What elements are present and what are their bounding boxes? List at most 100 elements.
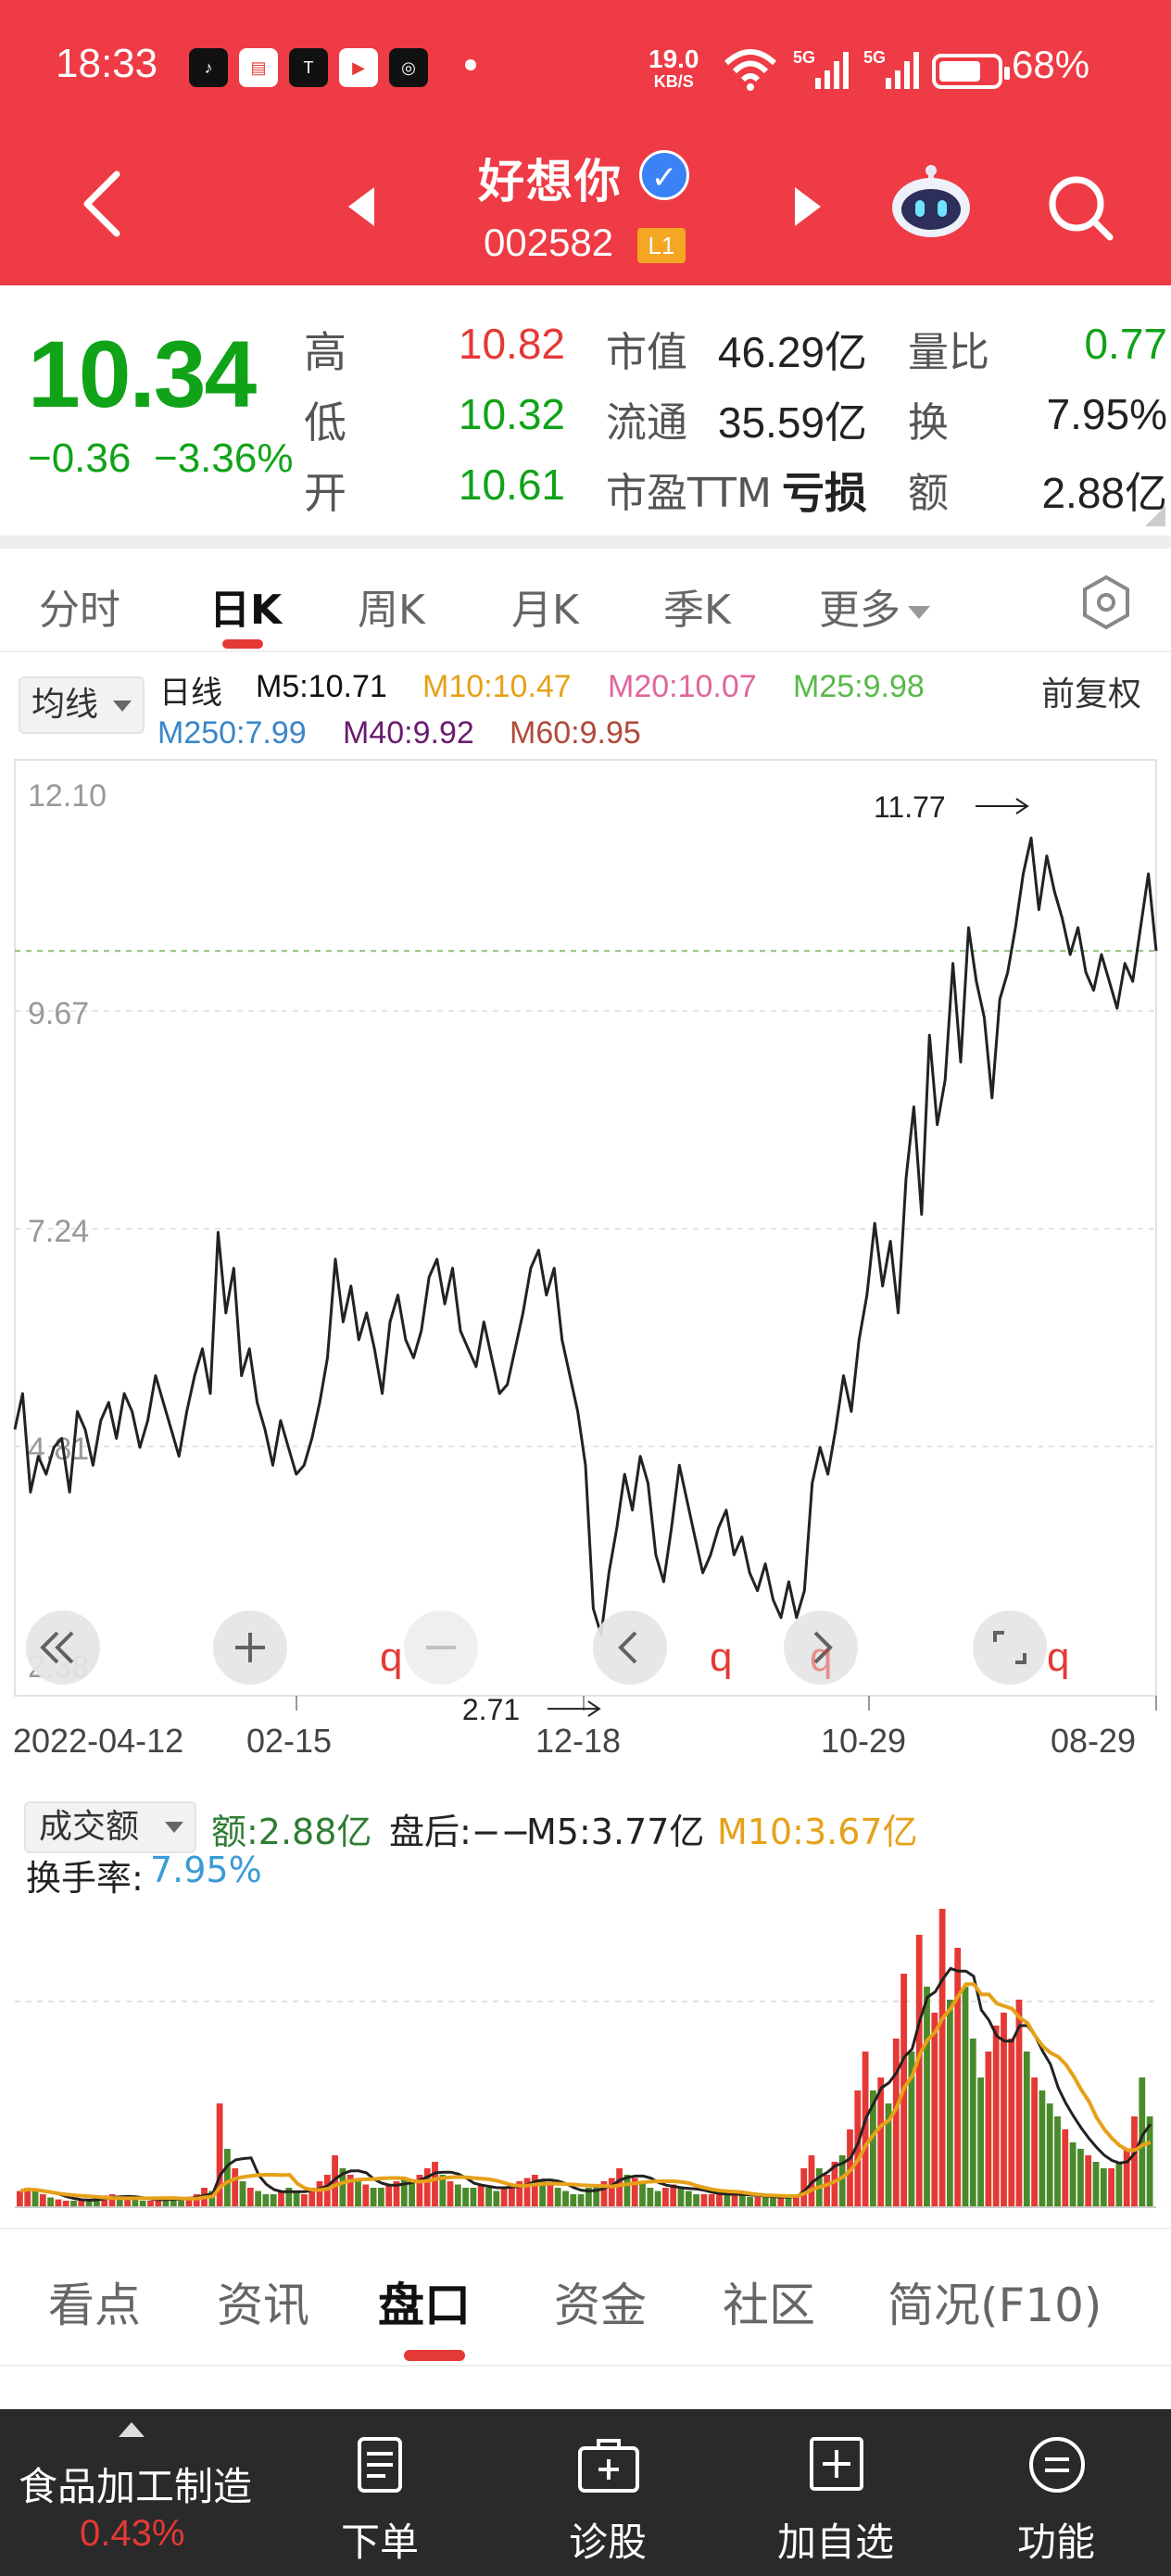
- tab-weekly-k[interactable]: 周K: [358, 576, 425, 636]
- event-marker[interactable]: q: [710, 1635, 732, 1681]
- volume-bar: [700, 2194, 708, 2207]
- tab-quarterly-k[interactable]: 季K: [663, 576, 731, 636]
- volume-bar: [485, 2188, 492, 2207]
- volume-bar: [31, 2191, 39, 2207]
- volume-bar: [877, 2077, 885, 2207]
- prev-stock-button[interactable]: [345, 185, 378, 228]
- high-value: 10.82: [458, 320, 565, 368]
- volume-bar: [378, 2188, 384, 2207]
- volume-bar: [462, 2188, 469, 2207]
- tab-profile-f10[interactable]: 简况(F10): [888, 2268, 1102, 2335]
- fullscreen-button[interactable]: [973, 1610, 1047, 1685]
- volume-bar: [747, 2196, 753, 2207]
- volume-bar: [1069, 2142, 1077, 2207]
- expand-up-icon[interactable]: [119, 2422, 145, 2437]
- volume-bar: [985, 2052, 992, 2207]
- tab-community[interactable]: 社区: [723, 2268, 815, 2335]
- high-label: 高: [304, 327, 346, 377]
- volume-bar: [1008, 2039, 1015, 2207]
- event-marker[interactable]: q: [1047, 1635, 1069, 1681]
- volume-bar: [500, 2188, 508, 2207]
- volume-bar: [1046, 2103, 1053, 2207]
- volume-bar: [70, 2201, 77, 2207]
- ma40-value: M40:9.92: [343, 715, 474, 751]
- volume-bar: [1108, 2168, 1114, 2207]
- volume-ratio-label: 量比: [908, 329, 989, 376]
- robot-assistant-icon[interactable]: [889, 163, 973, 241]
- level-badge: L1: [637, 228, 686, 263]
- expand-corner-icon[interactable]: [1145, 506, 1165, 526]
- volume-bar: [708, 2194, 715, 2207]
- volume-indicator-selector[interactable]: 成交额: [24, 1801, 196, 1853]
- volume-chart[interactable]: [0, 1881, 1171, 2215]
- verified-icon: ✓: [639, 150, 689, 200]
- turnover-value: 7.95%: [1046, 390, 1167, 438]
- pe-value: 亏损: [782, 469, 867, 517]
- volume-bar: [47, 2197, 54, 2207]
- zoom-out-button[interactable]: [404, 1610, 478, 1685]
- float-cap-value: 35.59亿: [717, 398, 867, 447]
- price-chart[interactable]: 12.109.677.244.812.38 11.772.71: [0, 752, 1171, 1753]
- app-icon: ◎: [389, 48, 428, 87]
- volume-bar: [1123, 2149, 1130, 2207]
- zoom-in-button[interactable]: [213, 1610, 287, 1685]
- tab-daily-k[interactable]: 日K: [209, 576, 282, 636]
- indicator-selector[interactable]: 均线: [19, 676, 145, 734]
- next-stock-button[interactable]: [791, 185, 825, 228]
- volume-bar: [139, 2201, 146, 2207]
- battery-icon: [932, 54, 1010, 89]
- volume-bar: [554, 2188, 561, 2207]
- ma5-value: M5:10.71: [256, 669, 387, 704]
- volume-bar: [962, 1987, 969, 2207]
- divider: [0, 536, 1171, 549]
- menu-button[interactable]: 功能: [963, 2409, 1149, 2576]
- industry-name[interactable]: 食品加工制造: [19, 2456, 252, 2512]
- volume-bar: [454, 2184, 461, 2207]
- volume-bar: [432, 2162, 438, 2207]
- svg-text:2.71: 2.71: [462, 1693, 520, 1726]
- pe-label: 市盈TTM: [606, 470, 772, 517]
- volume-bar: [570, 2194, 577, 2207]
- industry-change: 0.43%: [80, 2513, 185, 2554]
- event-marker[interactable]: q: [380, 1635, 402, 1681]
- stock-name: 好想你: [478, 155, 623, 208]
- tab-monthly-k[interactable]: 月K: [511, 576, 579, 636]
- tab-capital[interactable]: 资金: [554, 2268, 647, 2335]
- after-hours-volume: 盘后:−−: [389, 1812, 531, 1852]
- volume-bar: [1131, 2116, 1138, 2207]
- youtube-icon: ▶: [339, 48, 378, 87]
- volume-bar: [232, 2168, 239, 2207]
- price-line: [13, 836, 1158, 1636]
- volume-bar: [577, 2194, 585, 2207]
- volume-bar: [246, 2188, 254, 2207]
- add-watchlist-button[interactable]: 加自选: [743, 2409, 928, 2576]
- search-icon[interactable]: [1043, 170, 1117, 245]
- volume-bar: [1085, 2155, 1092, 2207]
- x-tick-label: 2022-04-12: [13, 1722, 184, 1760]
- tab-news[interactable]: 资讯: [217, 2268, 309, 2335]
- tab-more[interactable]: 更多: [819, 576, 930, 636]
- divider: [0, 2365, 1171, 2407]
- back-button[interactable]: [74, 167, 130, 241]
- volume-bar: [716, 2194, 723, 2207]
- scroll-left-button[interactable]: [593, 1610, 667, 1685]
- price-change-pct: −3.36%: [154, 436, 294, 481]
- tab-intraday[interactable]: 分时: [39, 576, 120, 636]
- scroll-start-button[interactable]: [26, 1610, 100, 1685]
- volume-bar: [1115, 2162, 1123, 2207]
- volume-bar: [770, 2197, 776, 2207]
- chart-settings-icon[interactable]: [1078, 575, 1134, 630]
- volume-bar: [409, 2181, 415, 2207]
- event-marker[interactable]: q: [810, 1635, 832, 1681]
- tab-highlights[interactable]: 看点: [48, 2268, 141, 2335]
- tab-order-book[interactable]: 盘口: [378, 2268, 471, 2335]
- net-speed-value: 19.0: [648, 44, 699, 73]
- menu-icon: [1029, 2437, 1085, 2493]
- diagnose-button[interactable]: 诊股: [515, 2409, 700, 2576]
- order-button[interactable]: 下单: [287, 2409, 472, 2576]
- notification-icons: ♪ ▤ T ▶ ◎: [189, 48, 428, 87]
- volume-bar: [178, 2199, 184, 2207]
- adjust-mode[interactable]: 前复权: [1041, 667, 1141, 715]
- diagnose-icon: [578, 2439, 639, 2493]
- volume-bar: [662, 2188, 669, 2207]
